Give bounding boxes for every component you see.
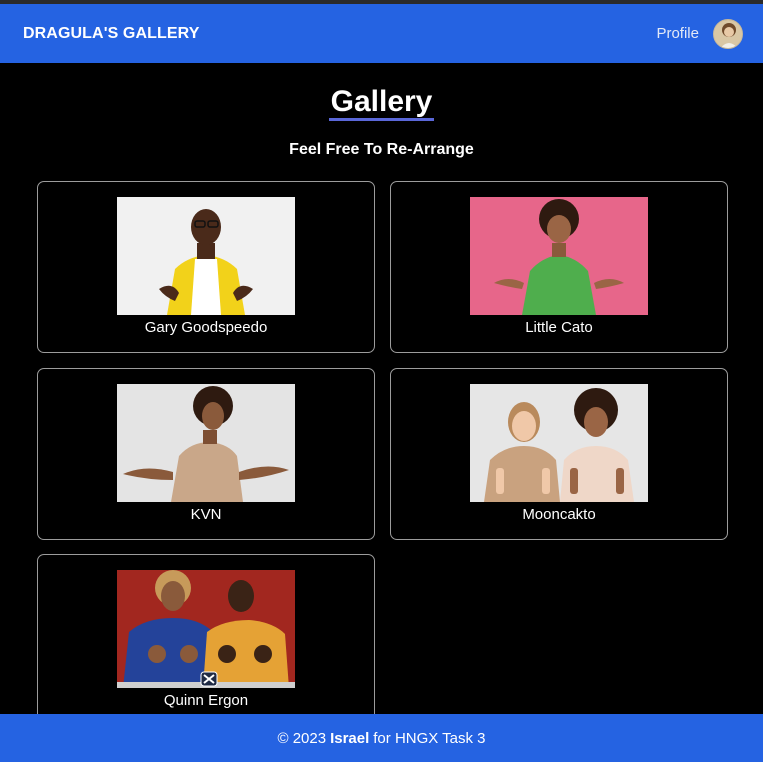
footer-credit: for HNGX Task 3 [373,729,486,747]
gallery-photo [470,197,648,315]
footer-copyright: © 2023 [277,729,327,747]
gallery-card-name: Mooncakto [522,506,596,523]
gallery-card[interactable]: KVN [37,368,375,540]
top-navbar: DRAGULA'S GALLERY Profile [0,4,763,63]
page-footer: © 2023 Israel for HNGX Task 3 [0,714,763,762]
user-avatar[interactable] [713,18,743,49]
avatar-icon [714,19,742,48]
gallery-card-name: KVN [190,506,222,523]
gallery-photo [117,384,295,502]
gallery-photo [117,570,295,688]
gallery-card-name: Quinn Ergon [163,692,249,709]
page-subtitle: Feel Free To Re-Arrange [289,141,474,158]
gallery-card[interactable]: Mooncakto [390,368,728,540]
gallery-card[interactable]: Quinn Ergon [37,554,375,714]
gallery-card-name: Gary Goodspeedo [144,319,268,336]
gallery-card-name: Little Cato [525,319,593,336]
header-right: Profile [656,18,743,49]
page-title: Gallery [0,85,763,121]
gallery-photo [470,384,648,502]
brand-logo-text[interactable]: DRAGULA'S GALLERY [23,25,199,43]
gallery-card[interactable]: Little Cato [390,181,728,353]
footer-author: Israel [330,729,370,747]
gallery-main: Gallery Feel Free To Re-Arrange Gary Goo… [0,63,763,714]
gallery-card[interactable]: Gary Goodspeedo [37,181,375,353]
profile-link[interactable]: Profile [656,25,699,42]
gallery-photo [117,197,295,315]
